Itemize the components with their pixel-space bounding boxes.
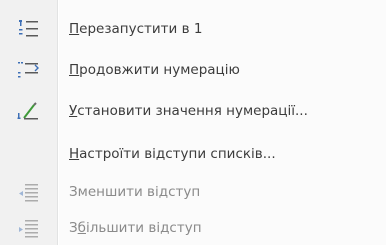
- menu-item-label: Настроїти відступи списків...: [69, 146, 276, 162]
- menu-item-adjust-list-indents[interactable]: Настроїти відступи списків...: [0, 136, 386, 172]
- continue-numbering-icon: [17, 59, 41, 81]
- menu-item-label: Установити значення нумерації...: [69, 103, 308, 119]
- menu-item-increase-indent[interactable]: Збільшити відступ: [0, 210, 386, 246]
- restart-numbering-icon: [17, 18, 41, 40]
- menu-item-set-numbering-value[interactable]: Установити значення нумерації...: [0, 93, 386, 129]
- menu-item-label: Перезапустити в 1: [69, 21, 203, 37]
- set-numbering-value-icon: [17, 100, 41, 122]
- menu-item-continue-numbering[interactable]: Продовжити нумерацію: [0, 52, 386, 88]
- list-numbering-context-menu: Перезапустити в 1 Продовжити нумерацію У…: [0, 0, 386, 245]
- menu-item-label: Збільшити відступ: [69, 220, 202, 236]
- menu-item-decrease-indent[interactable]: Зменшити відступ: [0, 174, 386, 210]
- menu-item-restart-at-1[interactable]: Перезапустити в 1: [0, 11, 386, 47]
- increase-indent-icon: [17, 217, 41, 239]
- menu-item-label: Зменшити відступ: [69, 184, 201, 200]
- decrease-indent-icon: [17, 181, 41, 203]
- menu-item-label: Продовжити нумерацію: [69, 62, 240, 78]
